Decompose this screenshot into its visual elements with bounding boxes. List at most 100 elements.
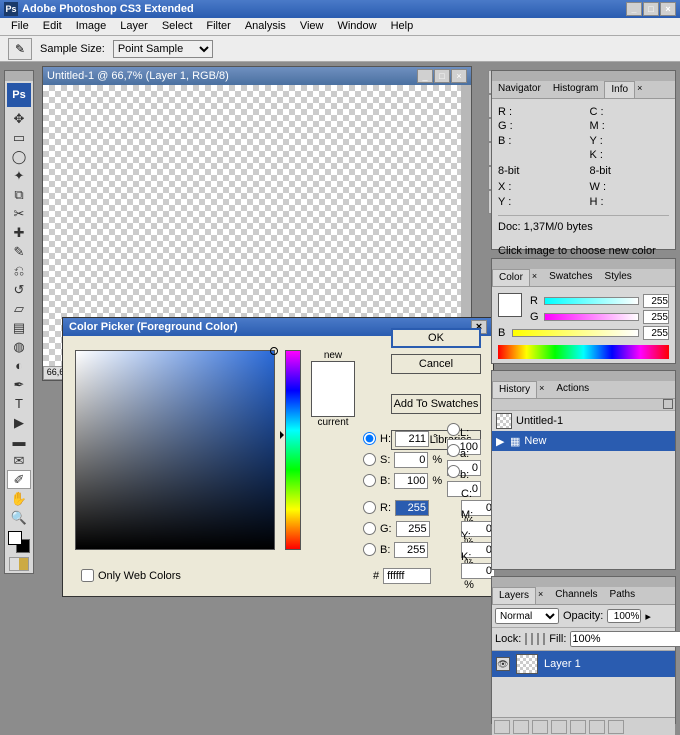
snapshot-button[interactable] <box>663 399 673 409</box>
g-input[interactable] <box>396 521 430 537</box>
only-web-colors-checkbox[interactable] <box>81 569 94 582</box>
doc-minimize-button[interactable]: _ <box>417 69 433 83</box>
g-value[interactable] <box>643 310 669 324</box>
notes-tool[interactable]: ✉ <box>7 451 31 470</box>
layer-name[interactable]: Layer 1 <box>544 658 581 670</box>
s-input[interactable] <box>394 452 428 468</box>
eyedropper-tool-icon[interactable]: ✎ <box>8 38 32 60</box>
tab-styles[interactable]: Styles <box>599 269 638 286</box>
history-brush-tool[interactable]: ↺ <box>7 280 31 299</box>
r-slider[interactable] <box>544 297 639 305</box>
marquee-tool[interactable]: ▭ <box>7 128 31 147</box>
bb-radio[interactable] <box>363 543 376 556</box>
layer-row[interactable]: 👁 Layer 1 <box>492 651 675 677</box>
sample-size-select[interactable]: Point Sample <box>113 40 213 58</box>
panel-grip[interactable] <box>492 71 675 81</box>
minimize-button[interactable]: _ <box>626 2 642 16</box>
ok-button[interactable]: OK <box>391 328 481 348</box>
panel-grip[interactable] <box>492 577 675 587</box>
doc-maximize-button[interactable]: □ <box>434 69 450 83</box>
dodge-tool[interactable]: ◐ <box>7 356 31 375</box>
menu-analysis[interactable]: Analysis <box>238 18 293 35</box>
b-radio[interactable] <box>447 465 460 478</box>
menu-filter[interactable]: Filter <box>199 18 237 35</box>
b-slider[interactable] <box>512 329 639 337</box>
tab-navigator[interactable]: Navigator <box>492 81 547 98</box>
blend-mode-select[interactable]: Normal <box>495 608 559 624</box>
r-input[interactable] <box>395 500 429 516</box>
menu-select[interactable]: Select <box>155 18 200 35</box>
b-value[interactable] <box>643 326 669 340</box>
h-input[interactable] <box>395 431 429 447</box>
menu-file[interactable]: File <box>4 18 36 35</box>
pen-tool[interactable]: ✒ <box>7 375 31 394</box>
tab-actions[interactable]: Actions <box>550 381 595 398</box>
menu-window[interactable]: Window <box>330 18 383 35</box>
color-swatch[interactable] <box>498 293 522 317</box>
hand-tool[interactable]: ✋ <box>7 489 31 508</box>
lock-transparent-icon[interactable] <box>525 633 527 645</box>
hist-close-icon[interactable]: × <box>533 381 550 398</box>
tab-history[interactable]: History <box>492 381 537 398</box>
eraser-tool[interactable]: ▱ <box>7 299 31 318</box>
bv-input[interactable] <box>394 473 428 489</box>
heal-tool[interactable]: ✚ <box>7 223 31 242</box>
s-radio[interactable] <box>363 453 376 466</box>
delete-layer-icon[interactable] <box>608 720 624 734</box>
path-select-tool[interactable]: ▶ <box>7 413 31 432</box>
k-input[interactable] <box>461 563 495 579</box>
lock-position-icon[interactable] <box>537 633 539 645</box>
lock-all-icon[interactable] <box>543 633 545 645</box>
layers-close-icon[interactable]: × <box>532 587 549 604</box>
panel-grip[interactable] <box>5 71 33 81</box>
slice-tool[interactable]: ✂ <box>7 204 31 223</box>
eyedropper-tool[interactable]: ✐ <box>7 470 31 489</box>
link-layers-icon[interactable] <box>494 720 510 734</box>
add-to-swatches-button[interactable]: Add To Swatches <box>391 394 481 414</box>
adjustment-layer-icon[interactable] <box>551 720 567 734</box>
menu-edit[interactable]: Edit <box>36 18 69 35</box>
hue-slider[interactable] <box>285 350 301 550</box>
wand-tool[interactable]: ✦ <box>7 166 31 185</box>
menu-image[interactable]: Image <box>69 18 114 35</box>
tab-color[interactable]: Color <box>492 269 530 286</box>
tab-channels[interactable]: Channels <box>549 587 603 604</box>
stamp-tool[interactable]: ⎌ <box>7 261 31 280</box>
move-tool[interactable]: ✥ <box>7 109 31 128</box>
zoom-tool[interactable]: 🔍 <box>7 508 31 527</box>
menu-view[interactable]: View <box>293 18 331 35</box>
group-icon[interactable] <box>570 720 586 734</box>
lock-pixels-icon[interactable] <box>531 633 533 645</box>
menu-help[interactable]: Help <box>384 18 421 35</box>
menu-layer[interactable]: Layer <box>113 18 155 35</box>
history-state[interactable]: ▶▦New <box>492 431 675 451</box>
new-current-swatch[interactable] <box>311 361 355 417</box>
shape-tool[interactable]: ▬ <box>7 432 31 451</box>
a-radio[interactable] <box>447 444 460 457</box>
cancel-button[interactable]: Cancel <box>391 354 481 374</box>
quickmask-toggle[interactable] <box>9 557 29 571</box>
r-radio[interactable] <box>363 501 376 514</box>
brush-tool[interactable]: ✎ <box>7 242 31 261</box>
bv-radio[interactable] <box>363 474 376 487</box>
layer-mask-icon[interactable] <box>532 720 548 734</box>
g-radio[interactable] <box>363 522 376 535</box>
l-radio[interactable] <box>447 423 460 436</box>
blur-tool[interactable]: ◍ <box>7 337 31 356</box>
hex-input[interactable] <box>383 568 431 584</box>
new-layer-icon[interactable] <box>589 720 605 734</box>
tab-layers[interactable]: Layers <box>492 587 536 604</box>
panel-grip[interactable] <box>492 259 675 269</box>
tab-paths[interactable]: Paths <box>604 587 642 604</box>
opacity-flyout-icon[interactable]: ▸ <box>645 610 651 623</box>
tab-histogram[interactable]: Histogram <box>547 81 605 98</box>
layer-style-icon[interactable] <box>513 720 529 734</box>
r-value[interactable] <box>643 294 669 308</box>
g-slider[interactable] <box>544 313 639 321</box>
visibility-toggle-icon[interactable]: 👁 <box>496 657 510 671</box>
color-field[interactable] <box>75 350 275 550</box>
fgbg-swatches[interactable] <box>8 531 30 553</box>
info-close-icon[interactable]: × <box>631 81 648 98</box>
panel-grip[interactable] <box>492 371 675 381</box>
hue-slider-thumb[interactable] <box>280 431 288 439</box>
